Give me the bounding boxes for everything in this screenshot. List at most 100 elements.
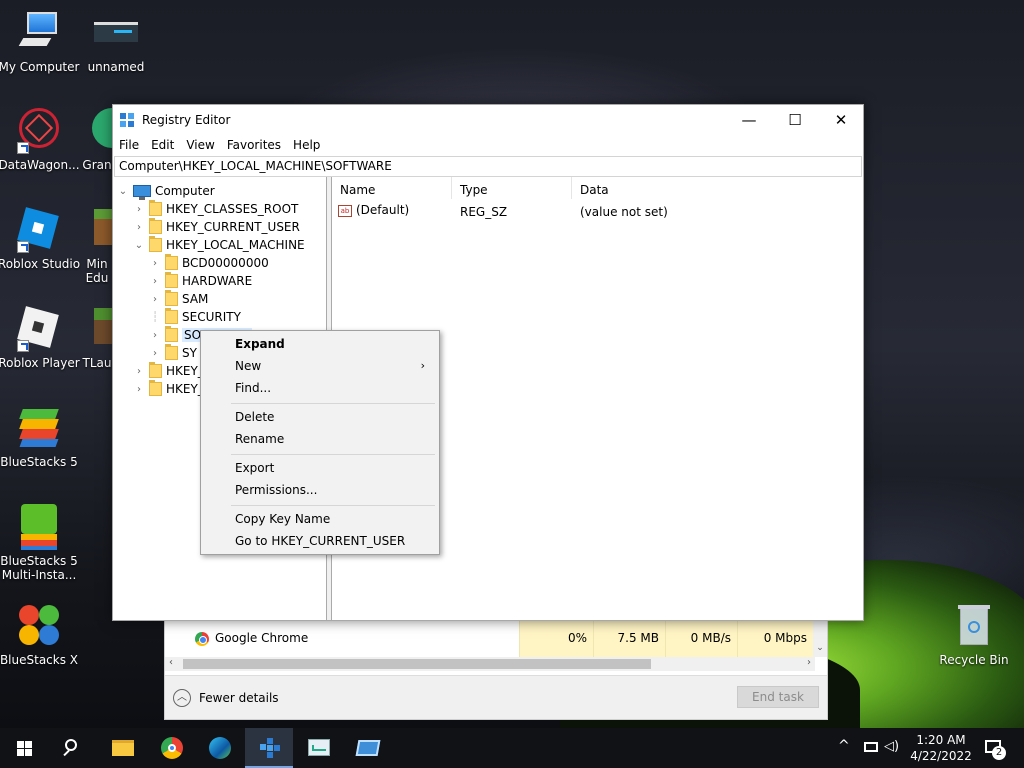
chevron-right-icon[interactable]: ›	[133, 384, 145, 395]
taskbar: ^ ◁) 1:20 AM 4/22/2022 2	[0, 728, 1024, 768]
chevron-right-icon[interactable]: ›	[133, 222, 145, 233]
window-app-icon	[355, 740, 381, 756]
taskbar-registry-editor[interactable]	[245, 728, 293, 768]
task-manager-window: Google Chrome 0% 7.5 MB 0 MB/s 0 Mbps ⌄ …	[164, 612, 828, 720]
network-icon[interactable]	[862, 728, 882, 768]
menu-favorites[interactable]: Favorites	[221, 135, 287, 155]
chevron-right-icon[interactable]: ›	[149, 348, 161, 359]
menu-item-permissions[interactable]: Permissions...	[235, 480, 435, 500]
bluestacks-icon	[15, 403, 63, 451]
chevron-down-icon[interactable]: ⌄	[117, 186, 129, 197]
chevron-right-icon[interactable]: ›	[133, 204, 145, 215]
menu-view[interactable]: View	[180, 135, 220, 155]
windows-logo-icon	[17, 741, 32, 756]
taskbar-chrome[interactable]	[148, 728, 196, 768]
desktop-icon-bluestacks-multi[interactable]: BlueStacks 5 Multi-Insta...	[0, 502, 82, 582]
roblox-studio-icon	[15, 205, 63, 253]
close-button[interactable]: ✕	[818, 105, 864, 135]
clock[interactable]: 1:20 AM 4/22/2022	[906, 732, 976, 764]
chevron-right-icon[interactable]: ›	[149, 276, 161, 287]
folder-icon	[165, 272, 178, 288]
folder-icon	[165, 308, 178, 324]
desktop-icon-minecraft-edu[interactable]: Min Edu	[80, 205, 114, 285]
folder-icon	[165, 326, 178, 342]
horizontal-scrollbar[interactable]: ‹ ›	[165, 657, 815, 671]
desktop-icon-roblox-player[interactable]: Roblox Player	[0, 304, 82, 370]
network-cell: 0 Mbps	[737, 621, 813, 657]
maximize-button[interactable]: ☐	[772, 105, 818, 135]
column-header-type[interactable]: Type	[452, 177, 572, 199]
menu-item-goto-hkcu[interactable]: Go to HKEY_CURRENT_USER	[235, 531, 435, 551]
desktop-icon-tlauncher[interactable]: TLau	[80, 304, 114, 370]
bluestacks-multi-icon	[15, 502, 63, 550]
menu-item-rename[interactable]: Rename	[235, 429, 435, 449]
show-hidden-icons-button[interactable]: ^	[838, 728, 852, 768]
taskbar-edge[interactable]	[196, 728, 244, 768]
desktop-icon-roblox-studio[interactable]: Roblox Studio	[0, 205, 82, 271]
tree-node-security[interactable]: ┆ SECURITY	[149, 308, 241, 326]
tree-node-sam[interactable]: › SAM	[149, 290, 208, 308]
desktop-icon-datawagon[interactable]: DataWagon...	[0, 106, 82, 172]
chevron-right-icon[interactable]: ›	[149, 330, 161, 341]
vertical-scrollbar[interactable]: ⌄	[813, 621, 827, 657]
menu-item-new[interactable]: New ›	[235, 356, 435, 376]
tree-node-system[interactable]: › SY	[149, 344, 197, 362]
menu-item-delete[interactable]: Delete	[235, 407, 435, 427]
tree-line-icon: ┆	[151, 311, 159, 323]
scroll-left-icon[interactable]: ‹	[169, 657, 173, 668]
chevron-right-icon[interactable]: ›	[149, 258, 161, 269]
chevron-right-icon[interactable]: ›	[149, 294, 161, 305]
scroll-right-icon[interactable]: ›	[807, 657, 811, 668]
volume-icon[interactable]: ◁)	[884, 728, 904, 768]
desktop-icon-unnamed[interactable]: unnamed	[73, 8, 159, 74]
menu-help[interactable]: Help	[287, 135, 326, 155]
menu-item-copy-key-name[interactable]: Copy Key Name	[235, 509, 435, 529]
title-bar[interactable]: Registry Editor — ☐ ✕	[113, 105, 863, 135]
column-header-data[interactable]: Data	[572, 177, 862, 199]
menu-item-find[interactable]: Find...	[235, 378, 435, 398]
list-item[interactable]: ab (Default) REG_SZ (value not set)	[338, 203, 858, 221]
menu-separator	[231, 403, 435, 404]
menu-file[interactable]: File	[113, 135, 145, 155]
fewer-details-button[interactable]: ︿ Fewer details	[173, 689, 279, 707]
column-header-name[interactable]: Name	[332, 177, 452, 199]
desktop-icon-bluestacks-x[interactable]: BlueStacks X	[0, 601, 82, 667]
minimize-button[interactable]: —	[726, 105, 772, 135]
menu-separator	[231, 454, 435, 455]
desktop-icon-bluestacks-5[interactable]: BlueStacks 5	[0, 403, 82, 469]
tree-node-bcd[interactable]: › BCD00000000	[149, 254, 269, 272]
taskbar-app[interactable]	[344, 728, 392, 768]
start-button[interactable]	[0, 728, 48, 768]
chrome-icon	[195, 632, 209, 646]
desktop-icon-gran[interactable]: Gran	[80, 106, 114, 172]
desktop: My Computer unnamed DataWagon... Gran Ro…	[0, 0, 1024, 740]
tree-node-hardware[interactable]: › HARDWARE	[149, 272, 252, 290]
search-button[interactable]	[48, 728, 96, 768]
end-task-button[interactable]: End task	[737, 686, 819, 708]
taskbar-task-manager[interactable]	[295, 728, 343, 768]
scrollbar-thumb[interactable]	[183, 659, 651, 669]
bluestacks-x-icon	[15, 601, 63, 649]
tree-node-hklm[interactable]: ⌄ HKEY_LOCAL_MACHINE	[133, 236, 305, 254]
shortcut-arrow-icon	[17, 241, 29, 253]
address-bar[interactable]: Computer\HKEY_LOCAL_MACHINE\SOFTWARE	[114, 156, 862, 177]
tree-node-hkcu[interactable]: › HKEY_CURRENT_USER	[133, 218, 300, 236]
menu-item-expand[interactable]: Expand	[235, 334, 435, 354]
tlauncher-icon	[90, 304, 114, 352]
taskbar-file-explorer[interactable]	[98, 728, 146, 768]
chevron-down-icon[interactable]: ⌄	[133, 240, 145, 251]
chevron-right-icon[interactable]: ›	[133, 366, 145, 377]
chevron-up-icon: ︿	[173, 689, 191, 707]
notification-center-button[interactable]: 2	[982, 728, 1008, 768]
tree-node-computer[interactable]: ⌄ Computer	[117, 182, 215, 200]
desktop-icon-my-computer[interactable]: My Computer	[0, 8, 82, 74]
menu-item-export[interactable]: Export	[235, 458, 435, 478]
menu-edit[interactable]: Edit	[145, 135, 180, 155]
shortcut-arrow-icon	[17, 340, 29, 352]
shortcut-arrow-icon	[17, 142, 29, 154]
tree-node-hkcc[interactable]: › HKEY_	[133, 380, 204, 398]
tree-node-hkcr[interactable]: › HKEY_CLASSES_ROOT	[133, 200, 298, 218]
tree-node-hku[interactable]: › HKEY_	[133, 362, 204, 380]
process-row[interactable]: Google Chrome 0% 7.5 MB 0 MB/s 0 Mbps	[165, 621, 829, 657]
desktop-icon-recycle-bin[interactable]: Recycle Bin	[931, 601, 1017, 667]
